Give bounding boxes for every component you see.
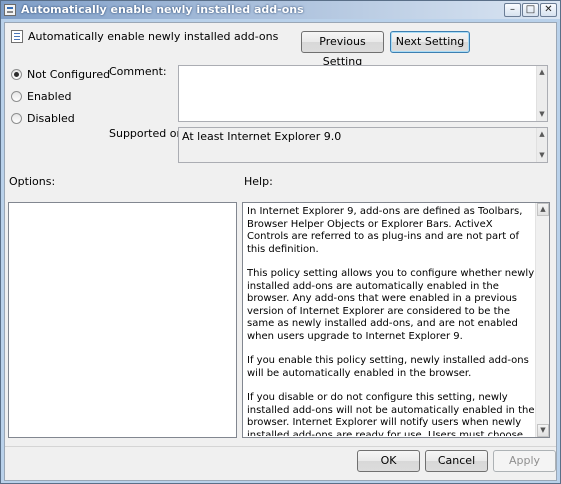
options-panel xyxy=(8,202,237,438)
maximize-button[interactable]: □ xyxy=(522,3,539,17)
radio-label: Disabled xyxy=(27,112,75,125)
scroll-up-icon[interactable]: ▲ xyxy=(537,203,549,216)
window-title: Automatically enable newly installed add… xyxy=(21,3,304,16)
close-button[interactable]: ✕ xyxy=(540,3,557,17)
help-paragraph: This policy setting allows you to config… xyxy=(247,268,535,342)
help-paragraph: In Internet Explorer 9, add-ons are defi… xyxy=(247,206,523,255)
title-bar[interactable]: Automatically enable newly installed add… xyxy=(1,1,560,19)
supported-on-label: Supported on: xyxy=(109,127,188,140)
policy-setting-icon xyxy=(4,4,16,16)
dialog-client-area: Automatically enable newly installed add… xyxy=(4,22,557,481)
supported-on-field: At least Internet Explorer 9.0 ▲ ▼ xyxy=(178,127,548,163)
radio-circle[interactable] xyxy=(11,69,22,80)
ok-button[interactable]: OK xyxy=(357,450,420,472)
supported-scrollbar[interactable]: ▲ ▼ xyxy=(536,128,547,162)
help-scrollbar[interactable]: ▲ ▼ xyxy=(535,203,549,437)
scroll-up-icon[interactable]: ▲ xyxy=(537,67,547,78)
supported-on-value: At least Internet Explorer 9.0 xyxy=(182,130,342,143)
apply-button[interactable]: Apply xyxy=(493,450,556,472)
radio-circle[interactable] xyxy=(11,91,22,102)
help-text: In Internet Explorer 9, add-ons are defi… xyxy=(247,206,535,436)
help-paragraph: If you disable or do not configure this … xyxy=(247,392,535,436)
options-label: Options: xyxy=(9,175,56,188)
help-label: Help: xyxy=(244,175,273,188)
minimize-button[interactable]: – xyxy=(504,3,521,17)
next-setting-button[interactable]: Next Setting xyxy=(390,31,470,53)
footer-divider xyxy=(5,446,556,447)
setting-heading: Automatically enable newly installed add… xyxy=(28,30,279,43)
radio-label: Enabled xyxy=(27,90,72,103)
scroll-up-icon[interactable]: ▲ xyxy=(537,129,547,140)
scroll-down-icon[interactable]: ▼ xyxy=(537,424,549,437)
comment-scrollbar[interactable]: ▲ ▼ xyxy=(536,66,547,121)
policy-document-icon xyxy=(11,30,23,43)
help-panel: In Internet Explorer 9, add-ons are defi… xyxy=(242,202,550,438)
comment-label: Comment: xyxy=(109,65,167,78)
scroll-down-icon[interactable]: ▼ xyxy=(537,150,547,161)
radio-label: Not Configured xyxy=(27,68,111,81)
policy-dialog-window: Automatically enable newly installed add… xyxy=(0,0,561,484)
radio-circle[interactable] xyxy=(11,113,22,124)
help-paragraph: If you enable this policy setting, newly… xyxy=(247,355,529,379)
comment-field[interactable]: ▲ ▼ xyxy=(178,65,548,122)
cancel-button[interactable]: Cancel xyxy=(425,450,488,472)
previous-setting-button[interactable]: Previous Setting xyxy=(301,31,384,68)
scroll-down-icon[interactable]: ▼ xyxy=(537,109,547,120)
